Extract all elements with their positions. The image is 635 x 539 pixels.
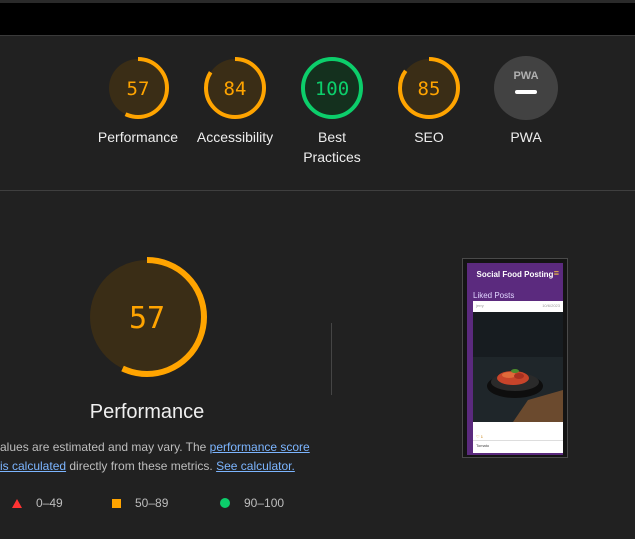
average-square-icon [112,498,121,508]
metrics-note: alues are estimated and may vary. The pe… [0,438,330,476]
thumbnail-post-user: jerry [476,303,484,308]
food-photo-image [473,312,563,422]
legend-pass-range: 90–100 [244,496,285,510]
vertical-divider [331,323,332,395]
gauge-performance[interactable]: 57 Performance [88,55,188,147]
gauge-best-practices[interactable]: 100 Best Practices [282,55,382,167]
section-divider [0,190,635,191]
performance-main-gauge: 57 [86,256,208,378]
gauge-seo[interactable]: 85 SEO [379,55,479,147]
note-middle: directly from these metrics. [66,459,217,473]
thumbnail-post-date: 10/6/2023 [542,303,560,308]
final-screenshot-thumbnail[interactable]: Social Food Posting ≡ Liked Posts jerry … [462,258,568,458]
fail-triangle-icon [12,498,22,508]
thumbnail-post-likes: ♡ 1 [476,434,483,439]
top-bar [0,0,635,36]
is-calculated-link[interactable]: is calculated [0,459,66,473]
legend-pass: 90–100 [220,496,284,510]
thumbnail-post-caption: Tomato [476,443,490,448]
thumbnail-app-header: Social Food Posting [467,263,563,285]
gauge-pwa[interactable]: PWA PWA [476,55,576,147]
gauge-best-practices-label-line1: Best [317,129,346,145]
gauge-seo-label: SEO [414,129,444,145]
legend-average-range: 50–89 [135,496,169,510]
pass-circle-icon [220,498,230,508]
gauge-performance-score: 57 [127,78,150,100]
score-gauges-row: 57 Performance 84 Accessibility 100 Best… [0,55,635,185]
score-legend: 0–49 50–89 90–100 [0,496,330,512]
thumbnail-screen: Social Food Posting ≡ Liked Posts jerry … [467,263,563,455]
hamburger-menu-icon: ≡ [553,268,559,278]
gauge-accessibility-label: Accessibility [196,129,274,145]
thumbnail-post-header: jerry 10/6/2023 [473,301,563,310]
thumbnail-post-divider [473,440,563,441]
legend-fail-range: 0–49 [36,496,63,510]
performance-main-ring: 57 [87,257,207,377]
performance-score-link[interactable]: performance score [210,440,310,454]
gauge-best-practices-label-line2: Practices [303,149,361,165]
performance-title: Performance [89,401,205,423]
gauge-accessibility[interactable]: 84 Accessibility [185,55,285,147]
gauge-pwa-label: PWA [510,129,542,145]
gauge-seo-ring: 85 [398,57,460,119]
gauge-best-practices-score: 100 [315,78,349,100]
performance-main-score: 57 [129,301,165,336]
legend-average: 50–89 [112,496,168,510]
gauge-best-practices-label: Best Practices [282,127,382,167]
pwa-badge-icon: PWA [494,56,558,120]
gauge-performance-label: Performance [97,129,179,145]
gauge-performance-ring: 57 [107,57,169,119]
legend-fail: 0–49 [12,496,63,510]
gauge-accessibility-ring: 84 [204,57,266,119]
see-calculator-link[interactable]: See calculator. [216,459,295,473]
gauge-accessibility-score: 84 [224,78,247,100]
top-divider [0,35,635,36]
gauge-best-practices-ring: 100 [301,57,363,119]
thumbnail-post-card: jerry 10/6/2023 ♡ 1 Tomato [473,301,563,453]
note-prefix: alues are estimated and may vary. The [0,440,210,454]
thumbnail-subtitle: Liked Posts [473,291,515,300]
thumbnail-app-title: Social Food Posting [476,269,554,279]
pwa-badge-text: PWA [513,70,538,82]
gauge-seo-score: 85 [418,78,441,100]
